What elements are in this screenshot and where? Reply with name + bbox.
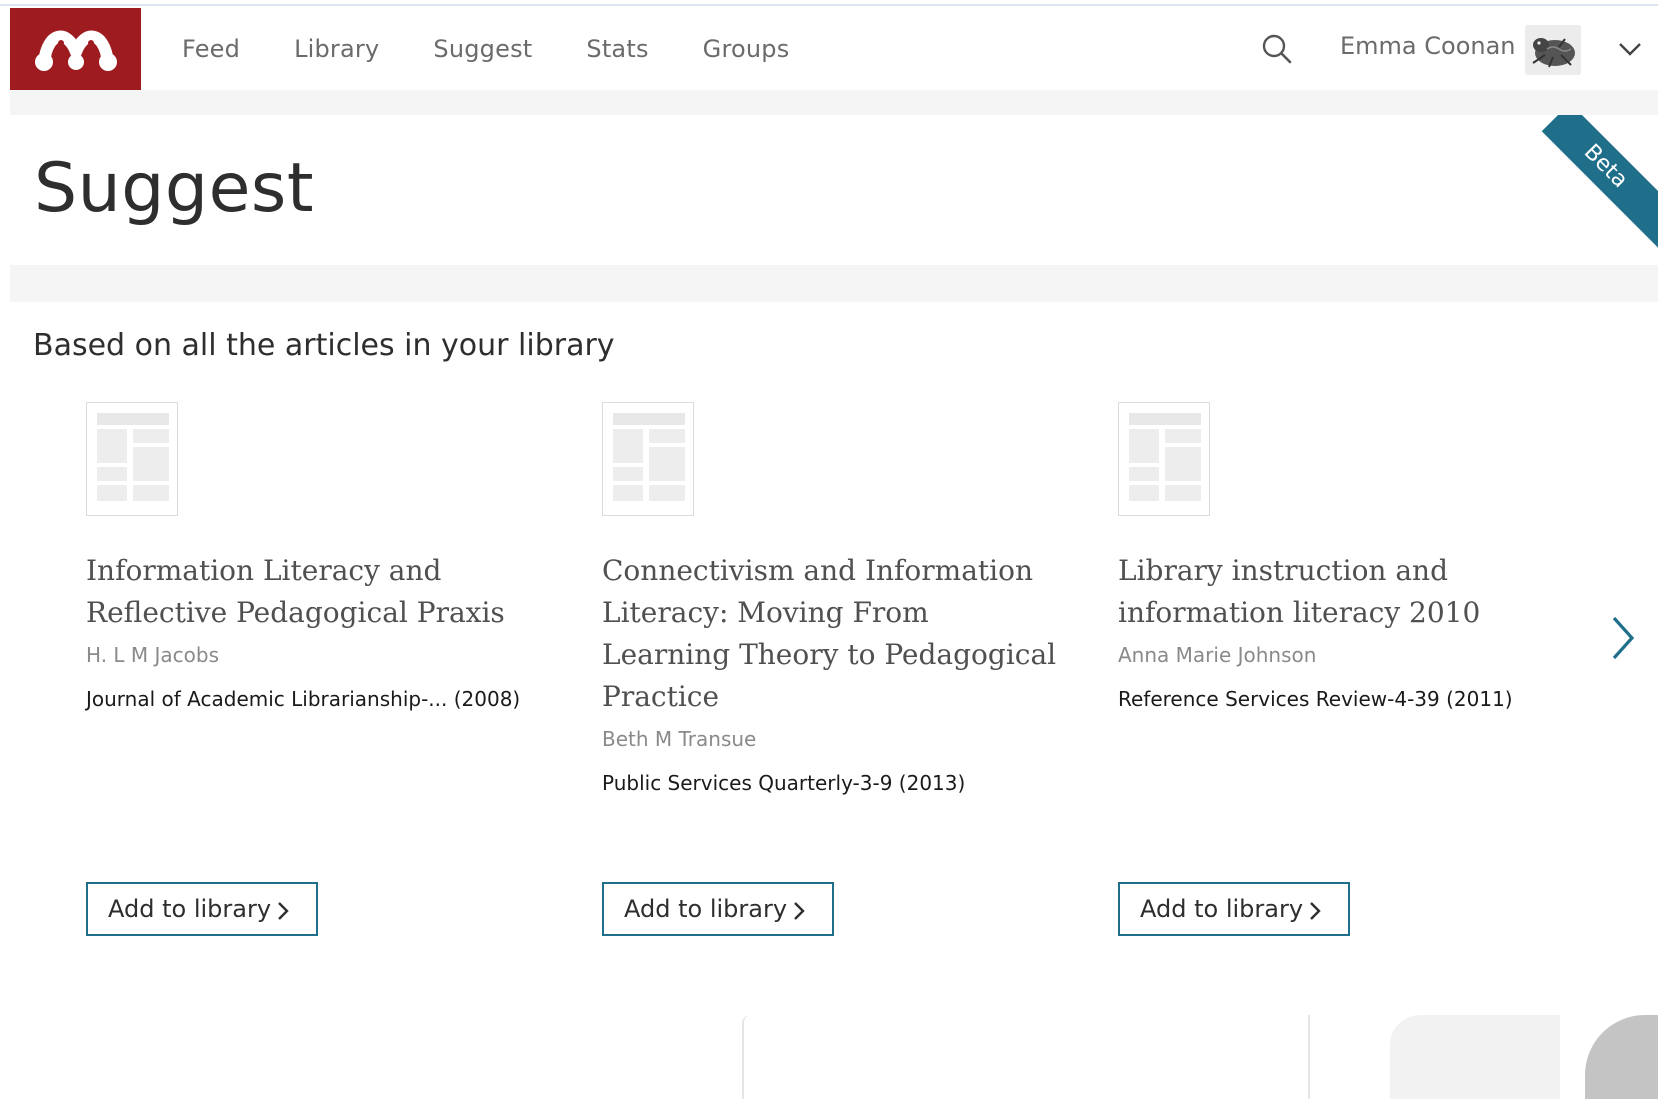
avatar[interactable] (1525, 25, 1581, 75)
article-journal: Public Services Quarterly-3-9 (2013) (602, 771, 966, 795)
page-title: Suggest (34, 149, 315, 228)
section-heading: Based on all the articles in your librar… (33, 328, 615, 363)
nav-stats[interactable]: Stats (586, 35, 648, 63)
mendeley-logo-icon (35, 30, 117, 71)
decorative-curve (742, 1015, 750, 1099)
document-thumbnail-icon[interactable] (602, 402, 694, 516)
article-title-text[interactable]: Connectivism and Information Literacy: M… (602, 550, 1062, 718)
user-name[interactable]: Emma Coonan (1340, 32, 1516, 60)
chevron-right-icon (278, 902, 289, 920)
article-title[interactable]: Connectivism and Information Literacy: M… (602, 550, 1062, 798)
nav-library[interactable]: Library (294, 35, 379, 63)
header-divider (10, 90, 1658, 115)
title-area: Suggest Beta (10, 115, 1658, 265)
avatar-image-icon (1525, 25, 1581, 75)
article-title[interactable]: Information Literacy and Reflective Peda… (86, 550, 546, 714)
document-thumbnail-icon[interactable] (1118, 402, 1210, 516)
top-header: Feed Library Suggest Stats Groups Emma C… (10, 8, 1658, 90)
add-to-library-button[interactable]: Add to library (1118, 882, 1350, 936)
decorative-shape (1585, 1015, 1658, 1099)
beta-label: Beta (1578, 139, 1633, 194)
top-border (0, 0, 1658, 6)
suggestion-card: Information Literacy and Reflective Peda… (86, 402, 556, 942)
article-title-text[interactable]: Library instruction and information lite… (1118, 550, 1578, 634)
nav-suggest[interactable]: Suggest (433, 35, 532, 63)
chevron-right-icon (794, 902, 805, 920)
add-to-library-button[interactable]: Add to library (602, 882, 834, 936)
add-to-library-label: Add to library (108, 895, 272, 923)
search-icon[interactable] (1260, 32, 1294, 66)
add-to-library-label: Add to library (624, 895, 788, 923)
article-journal: Reference Services Review-4-39 (2011) (1118, 687, 1513, 711)
suggestion-card: Library instruction and information lite… (1118, 402, 1588, 942)
article-title[interactable]: Library instruction and information lite… (1118, 550, 1578, 714)
add-to-library-label: Add to library (1140, 895, 1304, 923)
suggestion-card: Connectivism and Information Literacy: M… (602, 402, 1072, 942)
main-nav: Feed Library Suggest Stats Groups (150, 8, 816, 90)
article-author: Beth M Transue (602, 727, 757, 751)
decorative-curve (1308, 1015, 1318, 1099)
article-title-text[interactable]: Information Literacy and Reflective Peda… (86, 550, 546, 634)
add-to-library-button[interactable]: Add to library (86, 882, 318, 936)
chevron-right-icon (1310, 902, 1321, 920)
document-thumbnail-icon[interactable] (86, 402, 178, 516)
chevron-down-icon[interactable] (1615, 37, 1645, 61)
section-divider (10, 265, 1658, 302)
mendeley-logo[interactable] (10, 8, 141, 90)
nav-groups[interactable]: Groups (703, 35, 790, 63)
nav-feed[interactable]: Feed (182, 35, 240, 63)
article-author: Anna Marie Johnson (1118, 643, 1317, 667)
beta-ribbon: Beta (1541, 115, 1658, 265)
next-suggestions-arrow-icon[interactable] (1608, 614, 1638, 662)
article-author: H. L M Jacobs (86, 643, 220, 667)
decorative-shape (1390, 1015, 1560, 1099)
article-journal: Journal of Academic Librarianship-... (2… (86, 687, 521, 711)
